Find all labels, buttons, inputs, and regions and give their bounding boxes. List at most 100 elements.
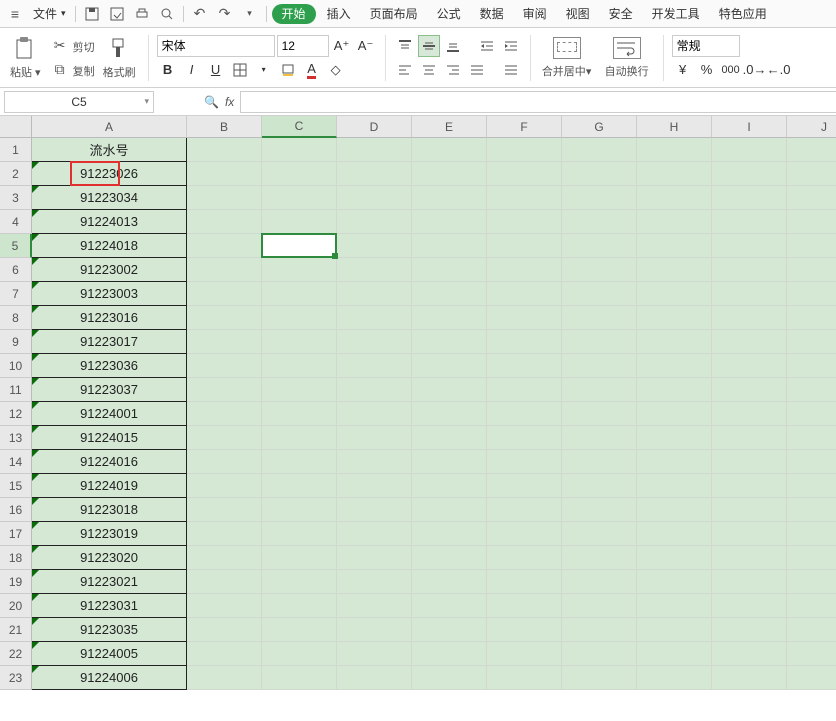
justify-icon[interactable]: [466, 59, 488, 81]
cell-F18[interactable]: [487, 546, 562, 570]
cell-J11[interactable]: [787, 378, 836, 402]
cell-F13[interactable]: [487, 426, 562, 450]
cell-A7[interactable]: 91223003: [32, 282, 187, 306]
cell-I3[interactable]: [712, 186, 787, 210]
cell-I21[interactable]: [712, 618, 787, 642]
cell-F7[interactable]: [487, 282, 562, 306]
bold-button[interactable]: B: [157, 59, 179, 81]
cell-E12[interactable]: [412, 402, 487, 426]
cell-I20[interactable]: [712, 594, 787, 618]
cell-G7[interactable]: [562, 282, 637, 306]
cell-D16[interactable]: [337, 498, 412, 522]
undo-icon[interactable]: ↶: [189, 3, 211, 25]
cell-C22[interactable]: [262, 642, 337, 666]
cell-G9[interactable]: [562, 330, 637, 354]
cell-F2[interactable]: [487, 162, 562, 186]
cell-J18[interactable]: [787, 546, 836, 570]
cell-G21[interactable]: [562, 618, 637, 642]
cell-E16[interactable]: [412, 498, 487, 522]
cell-J16[interactable]: [787, 498, 836, 522]
cell-E7[interactable]: [412, 282, 487, 306]
row-header-15[interactable]: 15: [0, 474, 32, 498]
cell-H15[interactable]: [637, 474, 712, 498]
cell-H13[interactable]: [637, 426, 712, 450]
cell-H2[interactable]: [637, 162, 712, 186]
cell-A17[interactable]: 91223019: [32, 522, 187, 546]
cell-A23[interactable]: 91224006: [32, 666, 187, 690]
italic-button[interactable]: I: [181, 59, 203, 81]
effects-button[interactable]: ◇: [325, 59, 347, 81]
cell-G14[interactable]: [562, 450, 637, 474]
print-icon[interactable]: [131, 3, 153, 25]
cell-J6[interactable]: [787, 258, 836, 282]
cell-B20[interactable]: [187, 594, 262, 618]
decrease-indent-icon[interactable]: [476, 35, 498, 57]
row-header-1[interactable]: 1: [0, 138, 32, 162]
column-header-B[interactable]: B: [187, 116, 262, 138]
cell-C1[interactable]: [262, 138, 337, 162]
cell-G3[interactable]: [562, 186, 637, 210]
cell-H18[interactable]: [637, 546, 712, 570]
number-format-select[interactable]: [672, 35, 740, 57]
cell-C9[interactable]: [262, 330, 337, 354]
cell-J20[interactable]: [787, 594, 836, 618]
column-header-I[interactable]: I: [712, 116, 787, 138]
cell-H22[interactable]: [637, 642, 712, 666]
cell-J14[interactable]: [787, 450, 836, 474]
row-header-5[interactable]: 5: [0, 234, 32, 258]
cell-A15[interactable]: 91224019: [32, 474, 187, 498]
cell-B23[interactable]: [187, 666, 262, 690]
cell-B3[interactable]: [187, 186, 262, 210]
cell-F20[interactable]: [487, 594, 562, 618]
cell-A21[interactable]: 91223035: [32, 618, 187, 642]
cell-E21[interactable]: [412, 618, 487, 642]
cell-J17[interactable]: [787, 522, 836, 546]
cell-A9[interactable]: 91223017: [32, 330, 187, 354]
row-header-7[interactable]: 7: [0, 282, 32, 306]
font-name-select[interactable]: [157, 35, 275, 57]
column-header-D[interactable]: D: [337, 116, 412, 138]
cell-H19[interactable]: [637, 570, 712, 594]
row-header-8[interactable]: 8: [0, 306, 32, 330]
cell-I5[interactable]: [712, 234, 787, 258]
select-all-corner[interactable]: [0, 116, 32, 138]
cell-A22[interactable]: 91224005: [32, 642, 187, 666]
cell-F9[interactable]: [487, 330, 562, 354]
row-header-3[interactable]: 3: [0, 186, 32, 210]
cell-C15[interactable]: [262, 474, 337, 498]
cell-E15[interactable]: [412, 474, 487, 498]
cell-G15[interactable]: [562, 474, 637, 498]
row-header-21[interactable]: 21: [0, 618, 32, 642]
hamburger-icon[interactable]: ≡: [4, 3, 26, 25]
cell-I12[interactable]: [712, 402, 787, 426]
cell-E18[interactable]: [412, 546, 487, 570]
formula-input[interactable]: [240, 91, 836, 113]
cell-D10[interactable]: [337, 354, 412, 378]
cell-A3[interactable]: 91223034: [32, 186, 187, 210]
cell-B13[interactable]: [187, 426, 262, 450]
cell-G12[interactable]: [562, 402, 637, 426]
row-header-13[interactable]: 13: [0, 426, 32, 450]
cell-G4[interactable]: [562, 210, 637, 234]
column-header-J[interactable]: J: [787, 116, 836, 138]
cell-B16[interactable]: [187, 498, 262, 522]
cell-C6[interactable]: [262, 258, 337, 282]
cell-B15[interactable]: [187, 474, 262, 498]
cell-B4[interactable]: [187, 210, 262, 234]
cell-A13[interactable]: 91224015: [32, 426, 187, 450]
cell-J19[interactable]: [787, 570, 836, 594]
cell-G1[interactable]: [562, 138, 637, 162]
cell-B22[interactable]: [187, 642, 262, 666]
cell-C13[interactable]: [262, 426, 337, 450]
cell-H21[interactable]: [637, 618, 712, 642]
cell-D5[interactable]: [337, 234, 412, 258]
cell-H4[interactable]: [637, 210, 712, 234]
cell-D17[interactable]: [337, 522, 412, 546]
cell-H7[interactable]: [637, 282, 712, 306]
cell-D7[interactable]: [337, 282, 412, 306]
cell-A14[interactable]: 91224016: [32, 450, 187, 474]
cell-E2[interactable]: [412, 162, 487, 186]
cell-H8[interactable]: [637, 306, 712, 330]
cell-F16[interactable]: [487, 498, 562, 522]
cell-J13[interactable]: [787, 426, 836, 450]
